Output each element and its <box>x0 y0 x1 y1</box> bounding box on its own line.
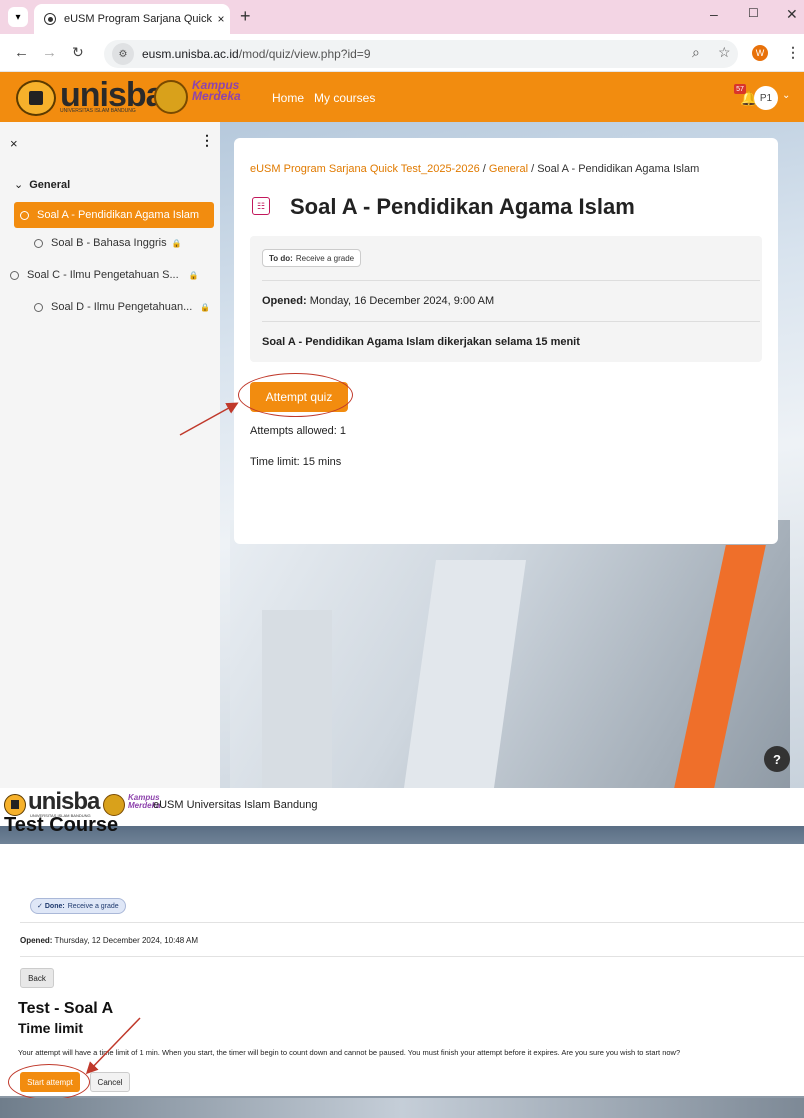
quiz-view-screenshot: ▾ eUSM Program Sarjana Quick Test_2025-2… <box>0 0 804 788</box>
forward-arrow-icon[interactable]: → <box>42 44 57 61</box>
page-title: Soal A - Pendidikan Agama Islam <box>290 194 635 219</box>
opened-date: Opened: Thursday, 12 December 2024, 10:4… <box>20 936 199 945</box>
site-name: eUSM Universitas Islam Bandung <box>153 799 318 811</box>
logo-subtext: UNIVERSITAS ISLAM BANDUNG <box>60 108 136 114</box>
lock-icon: 🔒 <box>171 238 182 248</box>
time-limit-text: Time limit: 15 mins <box>250 456 342 468</box>
quiz-icon: ☷ <box>252 197 270 215</box>
building-column-image <box>262 610 332 788</box>
incomplete-circle-icon <box>20 210 29 220</box>
drawer-section-general[interactable]: ⌄ General <box>14 178 70 191</box>
bookmark-star-icon[interactable]: ☆ <box>718 44 731 61</box>
divider <box>262 321 760 322</box>
site-favicon-icon <box>44 13 56 25</box>
unggul-seal-logo <box>154 80 188 114</box>
window-minimize-button[interactable]: – <box>710 6 718 22</box>
attempts-allowed-text: Attempts allowed: 1 <box>250 425 346 437</box>
quiz-title: Test - Soal A <box>18 1000 114 1017</box>
opened-date: Opened: Monday, 16 December 2024, 9:00 A… <box>262 295 495 307</box>
done-badge: ✓ Done: Receive a grade <box>30 898 126 914</box>
drawer-close-icon[interactable]: × <box>10 136 18 151</box>
tab-close-icon[interactable]: × <box>212 12 230 26</box>
url-path: /mod/quiz/view.php?id=9 <box>238 47 371 61</box>
todo-badge: To do: Receive a grade <box>262 249 362 267</box>
back-button[interactable]: Back <box>20 968 54 988</box>
window-close-button[interactable]: ✕ <box>786 6 798 23</box>
user-avatar[interactable]: P1 <box>754 86 778 110</box>
divider <box>20 922 804 923</box>
kampus-merdeka-logo: Kampus Merdeka <box>192 78 241 103</box>
unggul-seal-logo <box>103 794 125 816</box>
lock-icon: 🔒 <box>200 302 211 312</box>
tab-search-icon[interactable]: ▾ <box>8 7 28 27</box>
annotation-circle <box>238 373 353 417</box>
browser-menu-icon[interactable]: ⋮ <box>786 44 800 61</box>
divider <box>20 956 804 957</box>
nav-my-courses-link[interactable]: My courses <box>314 91 375 105</box>
drawer-item-soal-b[interactable]: Soal B - Bahasa Inggris 🔒 <box>34 237 182 249</box>
breadcrumb: eUSM Program Sarjana Quick Test_2025-202… <box>250 163 700 175</box>
time-limit-heading: Time limit <box>18 1020 84 1036</box>
drawer-item-soal-a[interactable]: Soal A - Pendidikan Agama Islam <box>14 202 214 228</box>
window-maximize-button[interactable]: ☐ <box>748 6 759 20</box>
unisba-logo-mark[interactable] <box>4 794 26 816</box>
back-arrow-icon[interactable]: ← <box>14 44 29 61</box>
reload-icon[interactable]: ↻ <box>72 44 84 61</box>
tab-title: eUSM Program Sarjana Quick Test_2025-202… <box>64 13 212 25</box>
new-tab-button[interactable]: + <box>240 6 251 27</box>
breadcrumb-section-link[interactable]: General <box>489 163 528 175</box>
browser-profile-avatar[interactable]: W <box>752 45 768 61</box>
site-info-icon[interactable]: ⚙ <box>112 43 134 65</box>
course-title: Test Course <box>4 814 119 836</box>
incomplete-circle-icon <box>10 270 19 280</box>
cancel-button[interactable]: Cancel <box>90 1072 130 1092</box>
help-button[interactable]: ? <box>764 746 790 772</box>
unisba-logo-mark[interactable] <box>16 80 56 116</box>
quiz-panel <box>0 844 804 1096</box>
user-menu-chevron-icon[interactable]: ⌄ <box>782 90 790 101</box>
chevron-down-icon: ⌄ <box>14 179 24 191</box>
divider <box>262 280 760 281</box>
time-limit-message: Your attempt will have a time limit of 1… <box>18 1048 681 1057</box>
drawer-menu-icon[interactable]: ⋮ <box>200 132 214 149</box>
check-icon: ✓ <box>37 903 43 910</box>
nav-home-link[interactable]: Home <box>272 91 304 105</box>
background-image-strip <box>0 1098 804 1118</box>
drawer-item-soal-c[interactable]: Soal C - Ilmu Pengetahuan S... 🔒 <box>10 269 199 281</box>
incomplete-circle-icon <box>34 238 43 248</box>
url-host: eusm.unisba.ac.id <box>142 47 239 61</box>
unisba-logo-text[interactable]: unisba <box>28 788 100 816</box>
zoom-icon[interactable]: ⌕ <box>692 44 700 61</box>
browser-tab-active[interactable]: eUSM Program Sarjana Quick Test_2025-202… <box>34 4 230 34</box>
breadcrumb-course-link[interactable]: eUSM Program Sarjana Quick Test_2025-202… <box>250 163 480 175</box>
lock-icon: 🔒 <box>188 270 199 280</box>
incomplete-circle-icon <box>34 302 43 312</box>
drawer-item-soal-d[interactable]: Soal D - Ilmu Pengetahuan... 🔒 <box>34 301 210 313</box>
start-attempt-screenshot: unisba UNIVERSITAS ISLAM BANDUNG Kampus M… <box>0 788 804 1118</box>
quiz-description: Soal A - Pendidikan Agama Islam dikerjak… <box>262 336 580 348</box>
notification-count-badge: 57 <box>734 84 746 94</box>
annotation-circle <box>8 1064 90 1100</box>
address-bar[interactable]: ⚙ eusm.unisba.ac.id/mod/quiz/view.php?id… <box>104 40 738 68</box>
breadcrumb-current: Soal A - Pendidikan Agama Islam <box>537 163 700 175</box>
